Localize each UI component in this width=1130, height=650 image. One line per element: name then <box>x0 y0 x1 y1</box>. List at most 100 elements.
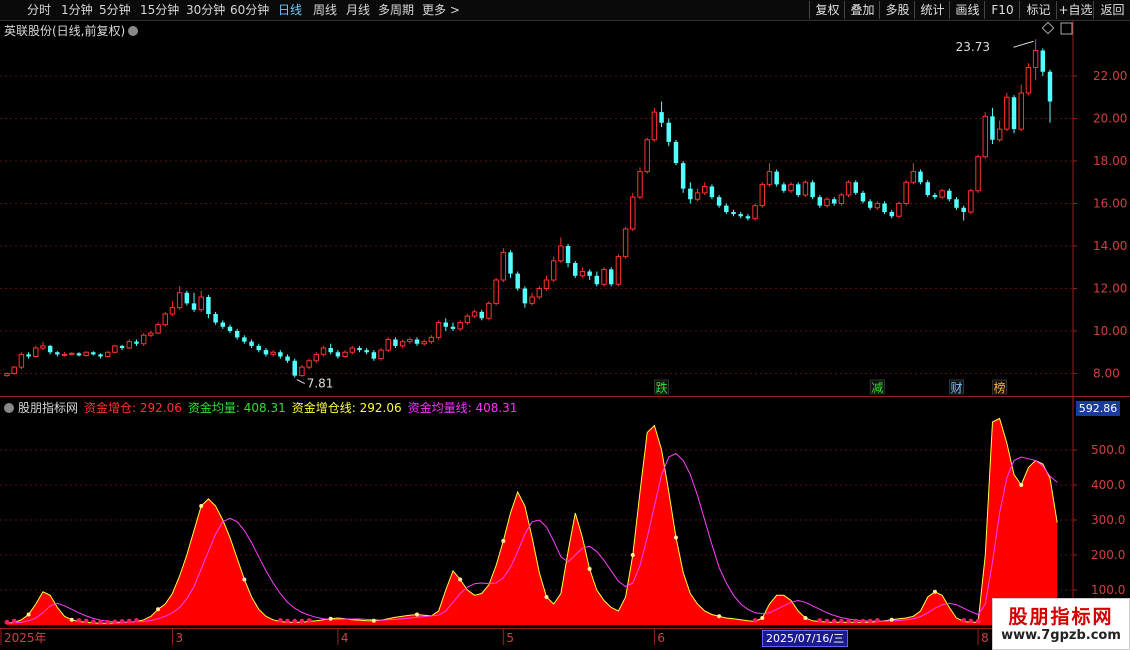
candle-body <box>4 373 10 377</box>
candle-body <box>40 345 46 349</box>
candle-body <box>278 352 283 357</box>
indicator-tick-label: 100.0 <box>1091 583 1125 597</box>
candle-body <box>349 347 355 353</box>
indicator-low-dot <box>292 618 298 624</box>
candle-body <box>508 252 513 274</box>
candle-body <box>536 288 543 298</box>
indicator-point <box>328 616 333 621</box>
indicator-low-dot <box>874 618 880 623</box>
candle-body <box>882 203 887 212</box>
indicator-point <box>458 577 463 582</box>
candle-body <box>76 353 82 356</box>
candle-body <box>335 352 341 357</box>
candle-body <box>184 292 190 304</box>
indicator-low-dot <box>961 618 967 623</box>
candle-body <box>558 245 564 262</box>
candle-body <box>543 279 550 289</box>
candle-body <box>644 139 650 173</box>
candle-body <box>385 339 391 351</box>
indicator-low-dot <box>126 618 132 624</box>
candle-body <box>615 256 622 285</box>
candle-body <box>752 205 758 219</box>
candle-body <box>227 326 233 331</box>
candle-body <box>550 260 557 281</box>
candle-body <box>33 347 39 357</box>
candle-body <box>407 339 413 343</box>
candle-body <box>968 190 974 213</box>
indicator-point <box>501 539 506 543</box>
candle-body <box>162 313 168 326</box>
candle-body <box>694 192 701 200</box>
candle-body <box>594 275 600 285</box>
candle-body <box>975 156 981 192</box>
candle-body <box>191 303 197 310</box>
candle-body <box>11 366 17 374</box>
indicator-low-dot <box>285 618 290 624</box>
indicator-low-dot <box>846 618 851 624</box>
candle-body <box>493 279 499 304</box>
candle-body <box>450 326 456 329</box>
indicator-point <box>69 617 74 622</box>
candle-body <box>666 122 671 142</box>
candle-body <box>1025 67 1032 94</box>
candle-body <box>1032 50 1039 68</box>
diamond-icon <box>1041 21 1055 35</box>
candle-body <box>702 186 708 194</box>
indicator-low-dot <box>839 618 844 624</box>
indicator-low-dot <box>299 618 305 624</box>
candle-body <box>1040 50 1046 72</box>
candle-body <box>637 171 643 198</box>
indicator-low-dot <box>975 618 981 624</box>
indicator-current-value: 592.86 <box>1076 401 1120 416</box>
candle-body <box>982 115 988 158</box>
indicator-low-dot <box>867 618 873 624</box>
candle-body <box>1011 97 1017 130</box>
candle-body <box>817 197 823 206</box>
candle-body <box>579 271 586 277</box>
candle-body <box>996 128 1003 141</box>
indicator-point <box>415 612 420 617</box>
candle-body <box>889 212 894 217</box>
candle-body <box>810 182 815 198</box>
indicator-low-dot <box>277 618 283 623</box>
indicator-low-dot <box>119 619 125 624</box>
indicator-low-dot <box>11 618 17 624</box>
candle-body <box>428 336 435 343</box>
indicator-point <box>26 612 31 617</box>
candle-body <box>169 307 176 315</box>
indicator-low-dot <box>860 618 866 624</box>
candle-body <box>119 345 125 348</box>
candle-body <box>364 350 369 353</box>
candle-body <box>573 263 578 276</box>
indicator-tick-label: 500.0 <box>1091 443 1125 457</box>
event-marker: 跌 <box>656 380 668 395</box>
candle-body <box>659 112 664 123</box>
candle-body <box>140 334 147 345</box>
candle-body <box>306 360 312 368</box>
indicator-low-dot <box>306 618 312 623</box>
candle-body <box>328 348 333 353</box>
candle-body <box>947 190 952 200</box>
min-price-label: 7.81 <box>307 377 334 391</box>
candle-body <box>867 201 873 208</box>
kline-chart[interactable]: 22.00 20.00 18.00 16.00 14.00 12.00 10.00 8.00 2… <box>0 0 1130 650</box>
candle-body <box>83 351 89 356</box>
indicator-low-dot <box>853 618 859 624</box>
candle-body <box>954 199 959 208</box>
candle-body <box>838 194 845 204</box>
candle-body <box>69 352 75 355</box>
candle-body <box>457 322 463 330</box>
candle-body <box>910 171 917 183</box>
candle-body <box>673 141 679 164</box>
price-tick-label: 14.00 <box>1093 239 1127 253</box>
price-tick-label: 22.00 <box>1093 69 1127 83</box>
indicator-point <box>544 595 549 599</box>
candle-body <box>393 339 398 346</box>
event-marker: 榜 <box>994 380 1006 395</box>
indicator-point <box>673 535 678 540</box>
candle-body <box>802 181 809 196</box>
candle-body <box>206 297 211 314</box>
candle-body <box>126 341 133 349</box>
indicator-point <box>803 616 808 620</box>
candle-body <box>961 207 966 212</box>
